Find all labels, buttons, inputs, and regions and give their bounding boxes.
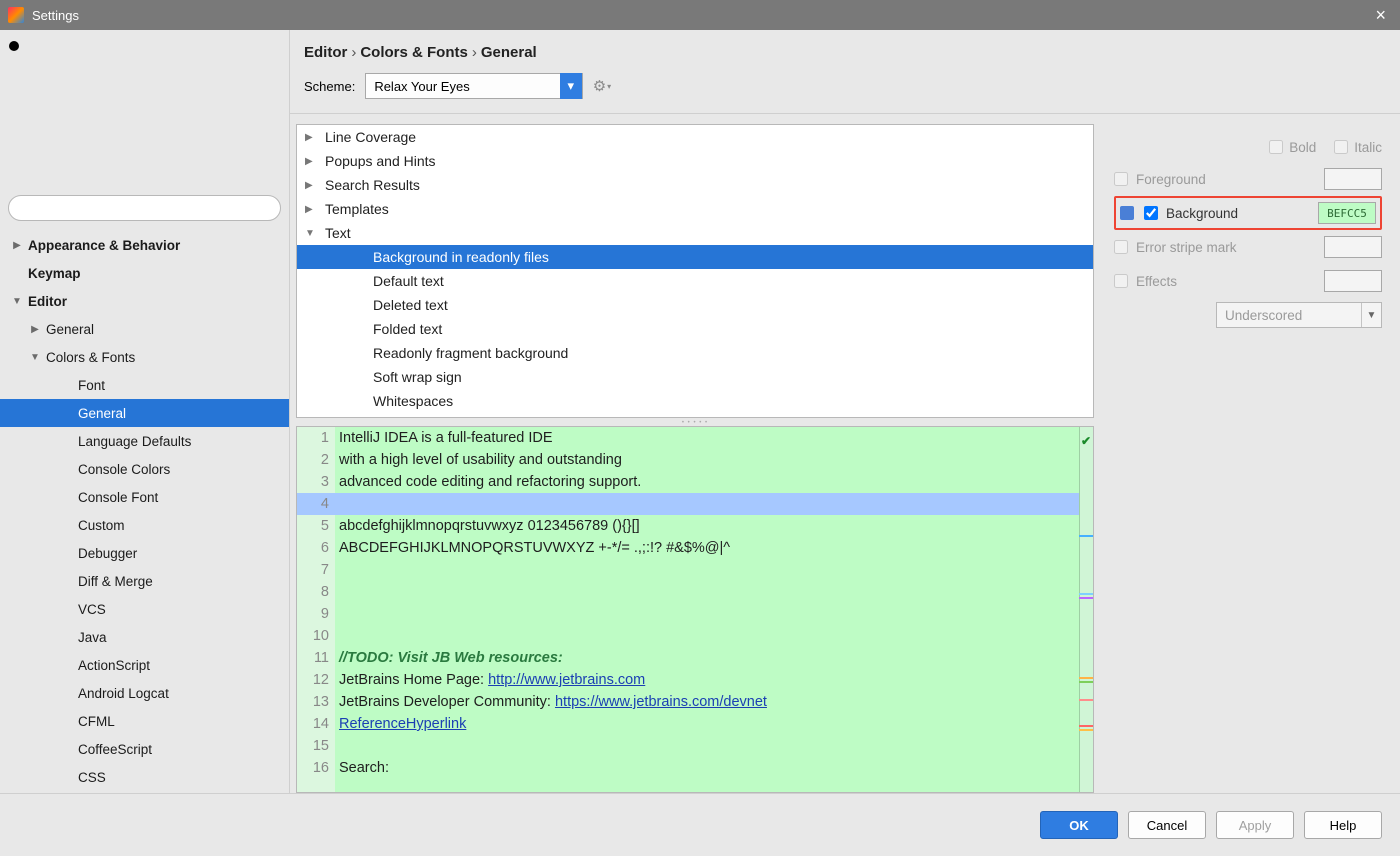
nav-item-language-defaults[interactable]: Language Defaults (0, 427, 289, 455)
effect-type-select: Underscored ▼ (1216, 302, 1382, 328)
chevron-down-icon[interactable]: ▾ (560, 73, 582, 99)
error-stripe-checkbox (1114, 240, 1128, 254)
nav-item-general[interactable]: ▶General (0, 315, 289, 343)
error-stripe[interactable]: ✔ (1079, 427, 1093, 792)
tree-item[interactable]: ▶Templates (297, 197, 1093, 221)
window-title: Settings (32, 8, 79, 23)
background-checkbox[interactable] (1144, 206, 1158, 220)
titlebar: Settings × (0, 0, 1400, 30)
effects-checkbox (1114, 274, 1128, 288)
foreground-checkbox (1114, 172, 1128, 186)
nav-item-diff-merge[interactable]: Diff & Merge (0, 567, 289, 595)
nav-item-debugger[interactable]: Debugger (0, 539, 289, 567)
italic-checkbox (1334, 140, 1348, 154)
tree-item[interactable]: ▼Text (297, 221, 1093, 245)
code-line: 10 (297, 625, 1093, 647)
tree-item[interactable]: ▶Line Coverage (297, 125, 1093, 149)
nav-item-custom[interactable]: Custom (0, 511, 289, 539)
nav-item-console-font[interactable]: Console Font (0, 483, 289, 511)
breadcrumb: Editor›Colors & Fonts›General (290, 30, 1400, 67)
nav-item-cucumber[interactable]: Cucumber (0, 791, 289, 793)
tree-item[interactable]: Folded text (297, 317, 1093, 341)
effects-swatch[interactable] (1324, 270, 1382, 292)
background-swatch[interactable]: BEFCC5 (1318, 202, 1376, 224)
code-line: 4 (297, 493, 1093, 515)
app-icon (8, 7, 24, 23)
code-line: 9 (297, 603, 1093, 625)
scheme-select[interactable]: Relax Your Eyes ▾ (365, 73, 582, 99)
bold-checkbox (1269, 140, 1283, 154)
code-line: 3advanced code editing and refactoring s… (297, 471, 1093, 493)
nav-item-colors-fonts[interactable]: ▼Colors & Fonts (0, 343, 289, 371)
search-input[interactable] (8, 195, 281, 221)
nav-item-vcs[interactable]: VCS (0, 595, 289, 623)
tree-item[interactable]: Whitespaces (297, 389, 1093, 413)
nav-item-console-colors[interactable]: Console Colors (0, 455, 289, 483)
sidebar: ▶Appearance & BehaviorKeymap▼Editor▶Gene… (0, 30, 290, 793)
search-icon (8, 40, 308, 190)
style-props: Bold Italic Foreground Background BEFCC5… (1100, 114, 1400, 793)
close-icon[interactable]: × (1369, 5, 1392, 26)
tree-item[interactable]: ▶Popups and Hints (297, 149, 1093, 173)
dialog-footer: OK Cancel Apply Help (0, 793, 1400, 856)
code-line: 7 (297, 559, 1093, 581)
code-line: 6ABCDEFGHIJKLMNOPQRSTUVWXYZ +-*/= .,;:!?… (297, 537, 1093, 559)
code-line: 15 (297, 735, 1093, 757)
nav-item-css[interactable]: CSS (0, 763, 289, 791)
tree-item[interactable]: Deleted text (297, 293, 1093, 317)
nav-item-keymap[interactable]: Keymap (0, 259, 289, 287)
tree-item[interactable]: ▶Search Results (297, 173, 1093, 197)
code-line: 8 (297, 581, 1093, 603)
code-line: 14ReferenceHyperlink (297, 713, 1093, 735)
nav-item-coffeescript[interactable]: CoffeeScript (0, 735, 289, 763)
chevron-down-icon: ▼ (1361, 303, 1381, 327)
code-line: 5abcdefghijklmnopqrstuvwxyz 0123456789 (… (297, 515, 1093, 537)
code-line: 11//TODO: Visit JB Web resources: (297, 647, 1093, 669)
nav-item-java[interactable]: Java (0, 623, 289, 651)
tree-item[interactable]: Readonly fragment background (297, 341, 1093, 365)
cancel-button[interactable]: Cancel (1128, 811, 1206, 839)
check-icon: ✔ (1081, 430, 1091, 452)
reset-icon[interactable] (1120, 206, 1134, 220)
foreground-swatch[interactable] (1324, 168, 1382, 190)
gear-icon[interactable]: ⚙▾ (593, 77, 611, 95)
nav-item-appearance-behavior[interactable]: ▶Appearance & Behavior (0, 231, 289, 259)
nav-item-font[interactable]: Font (0, 371, 289, 399)
settings-nav[interactable]: ▶Appearance & BehaviorKeymap▼Editor▶Gene… (0, 227, 289, 793)
tree-item[interactable]: Background in readonly files (297, 245, 1093, 269)
nav-item-android-logcat[interactable]: Android Logcat (0, 679, 289, 707)
code-line: 12JetBrains Home Page: http://www.jetbra… (297, 669, 1093, 691)
error-stripe-swatch[interactable] (1324, 236, 1382, 258)
nav-item-editor[interactable]: ▼Editor (0, 287, 289, 315)
nav-item-cfml[interactable]: CFML (0, 707, 289, 735)
tree-item[interactable]: Default text (297, 269, 1093, 293)
code-line: 2with a high level of usability and outs… (297, 449, 1093, 471)
apply-button: Apply (1216, 811, 1294, 839)
code-line: 1IntelliJ IDEA is a full-featured IDE (297, 427, 1093, 449)
nav-item-general[interactable]: General (0, 399, 289, 427)
nav-item-actionscript[interactable]: ActionScript (0, 651, 289, 679)
help-button[interactable]: Help (1304, 811, 1382, 839)
scheme-label: Scheme: (304, 79, 355, 94)
attribute-tree[interactable]: ▶Line Coverage▶Popups and Hints▶Search R… (296, 124, 1094, 418)
ok-button[interactable]: OK (1040, 811, 1118, 839)
tree-item[interactable]: Soft wrap sign (297, 365, 1093, 389)
code-line: 13JetBrains Developer Community: https:/… (297, 691, 1093, 713)
code-line: 16Search: (297, 757, 1093, 779)
code-preview: 1IntelliJ IDEA is a full-featured IDE2wi… (296, 426, 1094, 793)
